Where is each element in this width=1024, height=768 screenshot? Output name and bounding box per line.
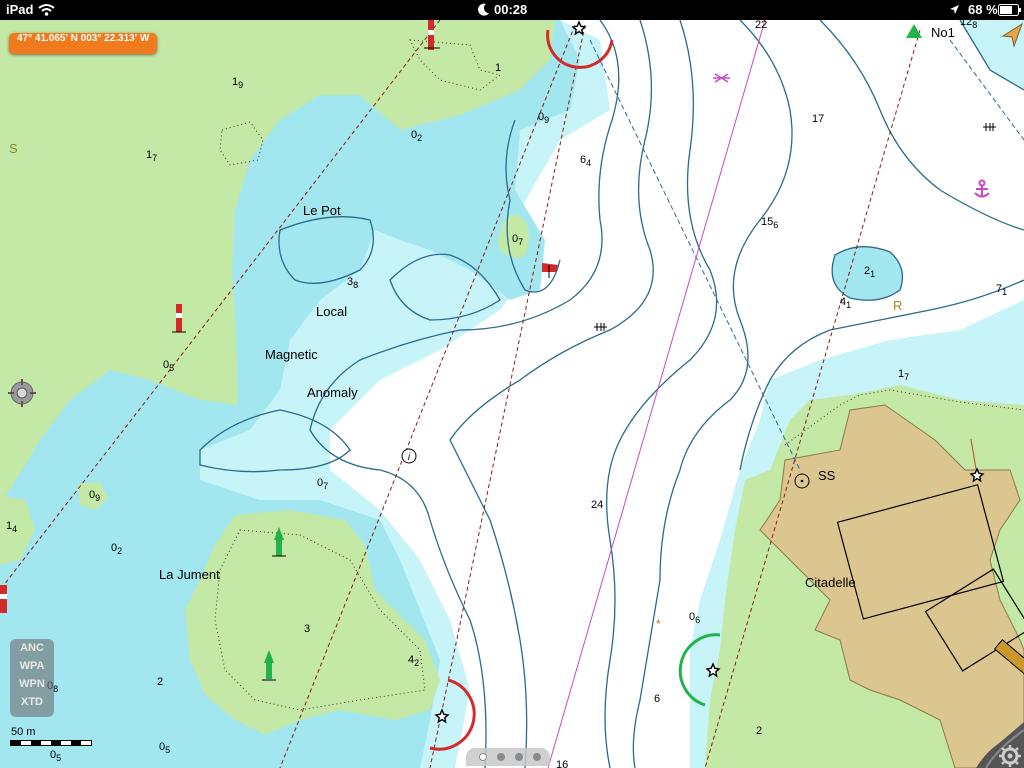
depth-sounding: 22: [755, 20, 767, 31]
label-no1: No1: [931, 25, 955, 40]
label-citadelle: Citadelle: [805, 575, 856, 590]
battery-percent: 68 %: [968, 2, 998, 17]
page-indicator[interactable]: [466, 748, 550, 766]
anc-button[interactable]: ANC: [10, 639, 54, 657]
depth-sounding: 2: [157, 676, 163, 688]
location-arrow-icon: [950, 5, 959, 14]
depth-sounding: 1: [495, 62, 501, 74]
ss-marker-dot: [800, 479, 804, 483]
page-dot[interactable]: [533, 753, 541, 761]
label-magnetic: Magnetic: [265, 347, 318, 362]
gear-icon: [999, 745, 1021, 767]
clock: 00:28: [494, 2, 528, 17]
wpa-button[interactable]: WPA: [10, 657, 54, 675]
nautical-chart[interactable]: i * Le Pot Local Magnetic Anomaly La Jum…: [0, 20, 1024, 768]
depth-sounding: 16: [556, 759, 568, 768]
label-s: S: [9, 141, 18, 156]
scale-bar: 50 m: [10, 726, 92, 746]
depth-sounding: 24: [591, 499, 603, 511]
wpn-button[interactable]: WPN: [10, 675, 54, 693]
page-dot[interactable]: [497, 753, 505, 761]
coordinate-readout[interactable]: 47° 41.065' N 003° 22.313' W: [9, 33, 158, 54]
depth-sounding: 3: [304, 623, 310, 635]
xtd-button[interactable]: XTD: [10, 693, 54, 711]
status-bar: iPad 00:28 68 %: [0, 0, 1024, 20]
label-le-pot: Le Pot: [303, 203, 341, 218]
wifi-icon: [38, 4, 55, 16]
info-icon: i: [401, 448, 417, 464]
red-buoy-edge: [0, 585, 7, 613]
label-la-jument: La Jument: [159, 567, 220, 582]
moon-icon: [478, 3, 489, 16]
scale-label: 50 m: [11, 726, 36, 738]
tool-panel: ANC WPA WPN XTD: [10, 639, 54, 717]
hazard-mark: *: [656, 617, 661, 631]
label-local: Local: [316, 304, 347, 319]
page-dot[interactable]: [479, 753, 487, 761]
label-r: R: [893, 298, 902, 313]
settings-corner-button[interactable]: [976, 722, 1024, 768]
device-name: iPad: [6, 2, 34, 17]
scale-bar-graphic: [10, 740, 92, 746]
depth-sounding: 6: [654, 693, 660, 705]
depth-sounding: 17: [812, 113, 824, 125]
page-dot[interactable]: [515, 753, 523, 761]
label-anomaly: Anomaly: [307, 385, 358, 400]
label-ss: SS: [818, 468, 836, 483]
battery-icon: [998, 4, 1021, 16]
depth-sounding: 2: [756, 725, 762, 737]
